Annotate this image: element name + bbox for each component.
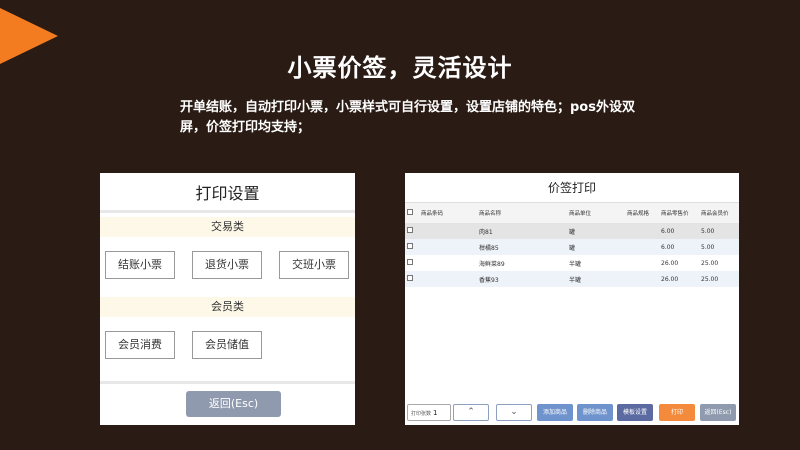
price-tag-title: 价签打印 (405, 173, 739, 203)
cell-member-price: 25.00 (701, 259, 719, 267)
template-settings-button[interactable]: 模板设置 (617, 404, 653, 421)
print-button[interactable]: 打印 (659, 404, 695, 421)
print-count-value: 1 (433, 409, 438, 417)
select-all-checkbox[interactable] (405, 203, 419, 223)
cell-spec (625, 255, 659, 271)
chevron-up-icon: ⌃ (467, 407, 475, 417)
cell-unit: 罐 (567, 239, 625, 255)
column-header: 商品规格 (625, 203, 659, 223)
cell-spec (625, 271, 659, 287)
cell-barcode (419, 255, 477, 271)
cell-name: 海鲜菜89 (479, 260, 505, 268)
column-header: 商品条码 (419, 203, 477, 223)
product-table: 商品条码 商品名称 商品单位 商品规格 商品零售价 商品会员价 肉81 罐 6.… (405, 203, 739, 287)
cell-spec (625, 239, 659, 255)
cell-member-price: 25.00 (699, 271, 739, 287)
member-consume-button[interactable]: 会员消费 (105, 331, 175, 359)
add-product-button[interactable]: 添加商品 (537, 404, 573, 421)
cell-name: 柑橘85 (477, 239, 567, 255)
column-header: 商品会员价 (699, 203, 739, 223)
section-member: 会员类 (100, 297, 355, 317)
cell-member-price: 5.00 (699, 223, 739, 239)
slide-subtitle: 开单结账，自动打印小票，小票样式可自行设置，设置店铺的特色；pos外设双屏，价签… (180, 100, 635, 135)
slide-title: 小票价签，灵活设计 (287, 54, 513, 82)
print-count-label: 打印张数 (411, 411, 432, 417)
return-receipt-button[interactable]: 退货小票 (192, 251, 262, 279)
member-button-row: 会员消费 会员储值 (100, 317, 355, 373)
cell-retail-price: 6.00 (659, 223, 699, 239)
cell-unit: 半罐 (569, 260, 582, 268)
delete-product-button[interactable]: 删除商品 (577, 404, 613, 421)
cell-member-price: 5.00 (699, 239, 739, 255)
row-checkbox[interactable] (405, 255, 419, 271)
column-header: 商品单位 (567, 203, 625, 223)
row-checkbox[interactable] (405, 271, 419, 287)
column-header: 商品名称 (477, 203, 567, 223)
table-row[interactable]: 香蕉93 半罐 26.00 25.00 (405, 271, 739, 287)
table-row[interactable]: 肉81 罐 6.00 5.00 (405, 223, 739, 239)
print-count-field[interactable]: 打印张数 1 (407, 404, 451, 421)
row-checkbox[interactable] (405, 239, 419, 255)
cell-name: 肉81 (477, 223, 567, 239)
cell-name: 香蕉93 (477, 271, 567, 287)
member-deposit-button[interactable]: 会员储值 (192, 331, 262, 359)
table-row[interactable]: 柑橘85 罐 6.00 5.00 (405, 239, 739, 255)
cell-spec (625, 223, 659, 239)
bottom-toolbar: 打印张数 1 ⌃ ⌄ 添加商品 删除商品 模板设置 打印 返回(Esc) (405, 401, 739, 425)
row-checkbox[interactable] (405, 223, 419, 239)
cell-barcode (419, 239, 477, 255)
cell-barcode (419, 271, 477, 287)
table-row[interactable]: 海鲜菜89 半罐 26.00 25.00 (405, 255, 739, 271)
section-trade: 交易类 (100, 217, 355, 237)
chevron-down-icon: ⌄ (510, 407, 518, 417)
page-down-button[interactable]: ⌄ (496, 404, 532, 421)
back-button[interactable]: 返回(Esc) (186, 391, 281, 417)
cell-retail-price: 6.00 (659, 239, 699, 255)
page-up-button[interactable]: ⌃ (453, 404, 489, 421)
cell-barcode (419, 223, 477, 239)
price-tag-panel: 价签打印 商品条码 商品名称 商品单位 商品规格 商品零售价 商品会员价 肉81… (405, 173, 739, 425)
cell-unit: 罐 (567, 223, 625, 239)
back-button[interactable]: 返回(Esc) (700, 404, 736, 421)
cell-unit: 半罐 (567, 271, 625, 287)
column-header: 商品零售价 (659, 203, 699, 223)
print-settings-title: 打印设置 (100, 173, 355, 213)
cell-retail-price: 26.00 (659, 271, 699, 287)
cell-retail-price: 26.00 (661, 259, 679, 267)
trade-button-row: 结账小票 退货小票 交班小票 (100, 237, 355, 293)
print-settings-panel: 打印设置 交易类 结账小票 退货小票 交班小票 会员类 会员消费 会员储值 返回… (100, 173, 355, 425)
table-header-row: 商品条码 商品名称 商品单位 商品规格 商品零售价 商品会员价 (405, 203, 739, 223)
divider (100, 381, 355, 384)
shift-receipt-button[interactable]: 交班小票 (279, 251, 349, 279)
checkout-receipt-button[interactable]: 结账小票 (105, 251, 175, 279)
